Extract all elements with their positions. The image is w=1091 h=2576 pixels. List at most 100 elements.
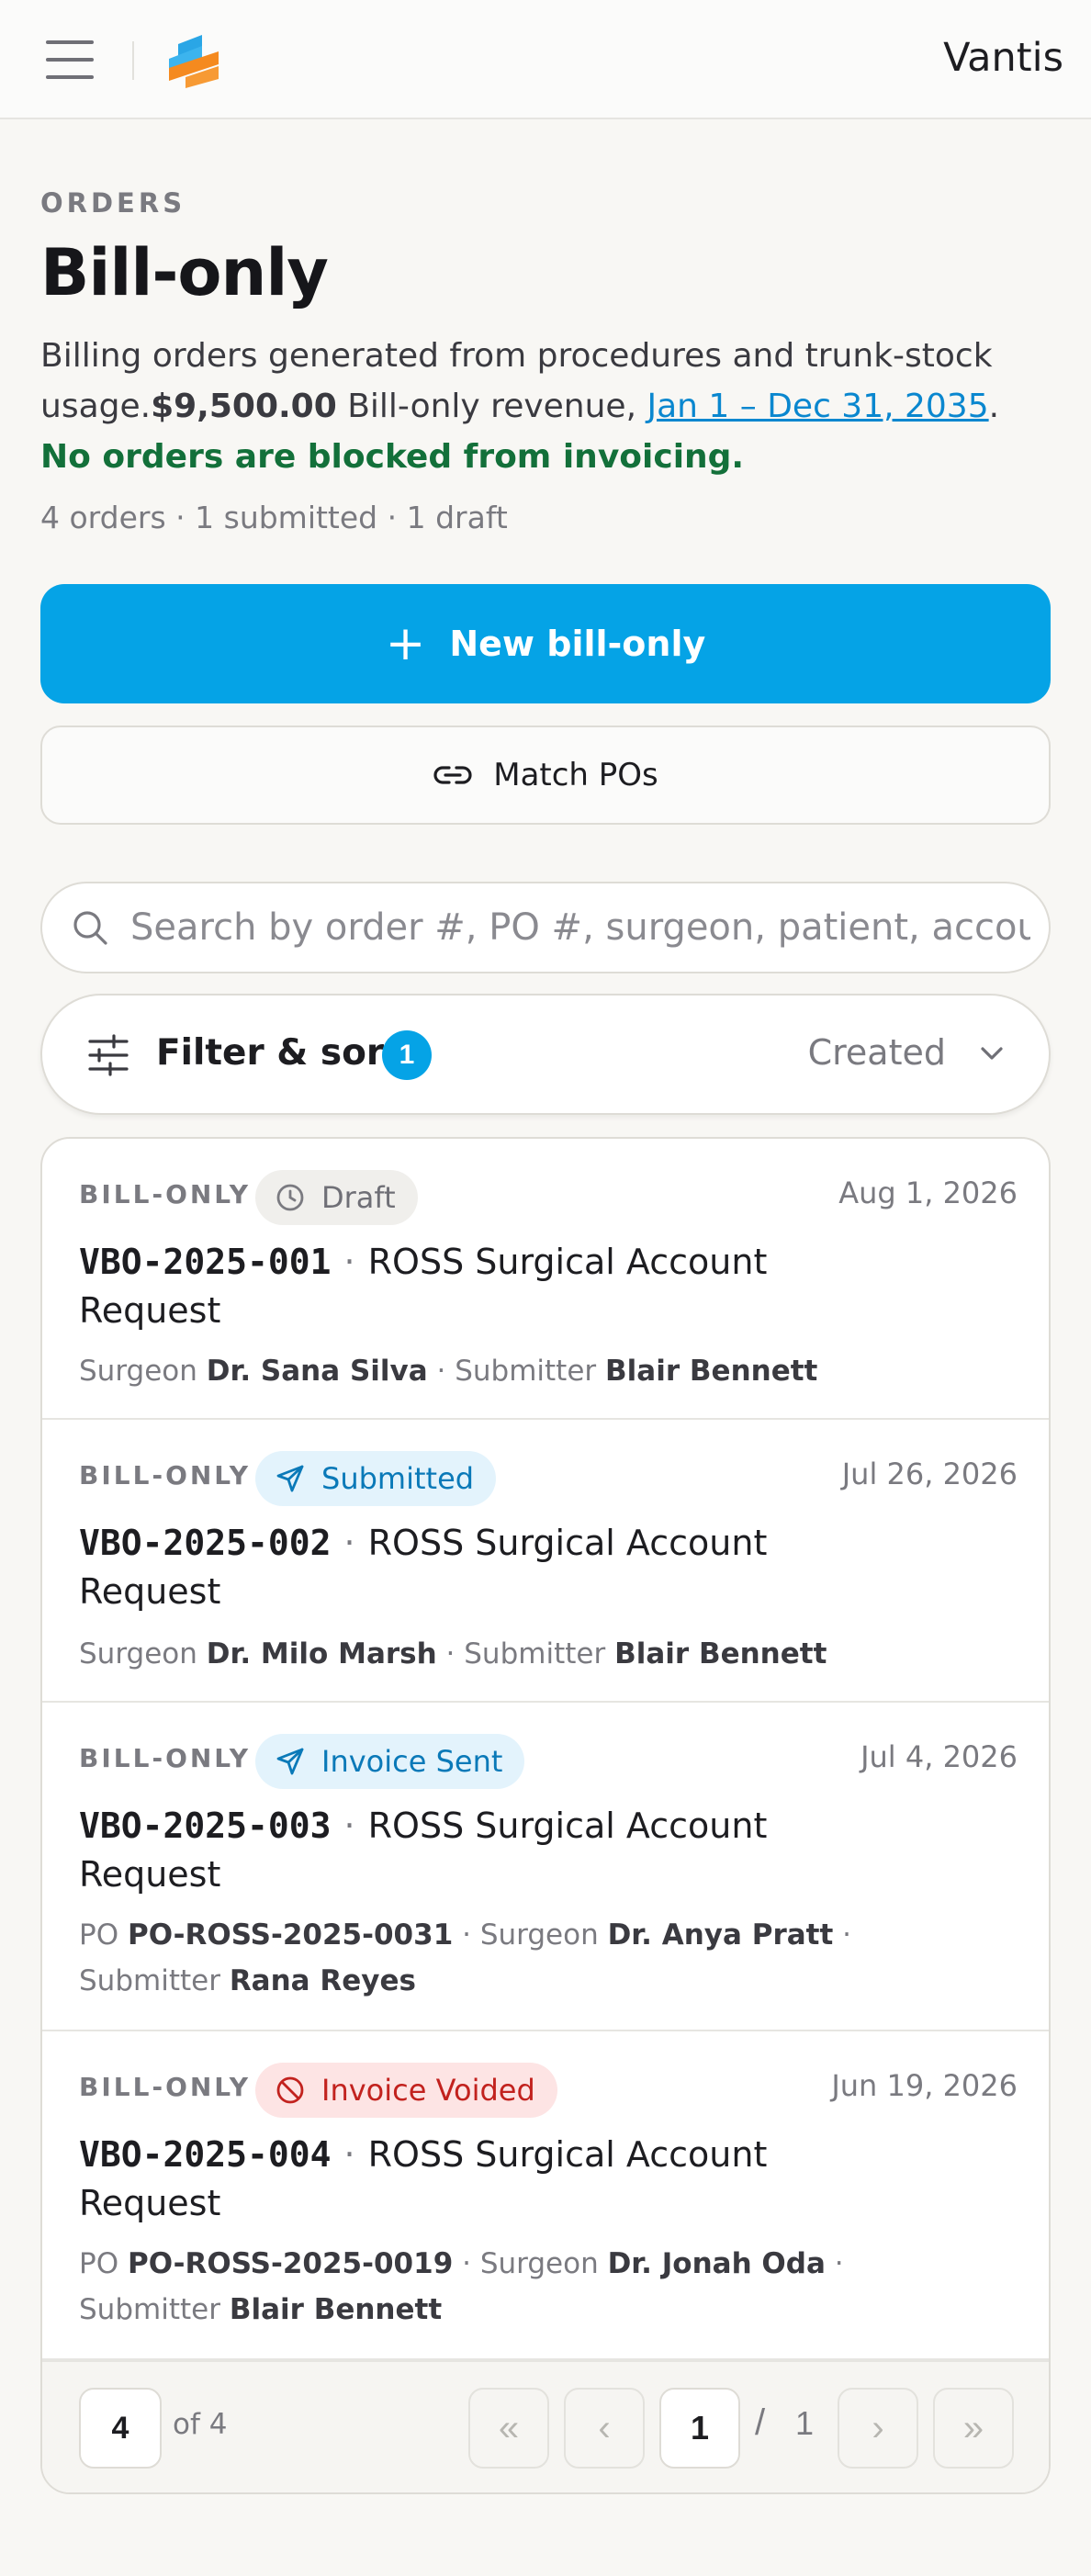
last-page-button[interactable]: » [933, 2388, 1014, 2469]
plus-icon: + [385, 616, 426, 671]
order-number: VBO-2025-001 [79, 1242, 332, 1282]
match-pos-label: Match POs [493, 757, 658, 793]
send-icon [276, 1748, 304, 1775]
order-date: Aug 1, 2026 [838, 1176, 1018, 1210]
surgeon-label: Surgeon [479, 1918, 599, 1952]
status-label: Submitted [321, 1461, 475, 1496]
order-details: Surgeon Dr. Sana Silva · Submitter Blair… [79, 1355, 818, 1388]
section-eyebrow: ORDERS [40, 187, 186, 219]
surgeon-name: Dr. Sana Silva [206, 1355, 428, 1388]
prev-page-button[interactable]: ‹ [564, 2388, 645, 2469]
status-label: Invoice Voided [321, 2073, 535, 2108]
description-period: . [988, 388, 1000, 425]
chevron-down-icon [981, 1047, 1003, 1060]
order-type: BILL-ONLY [79, 1460, 252, 1490]
surgeon-name: Dr. Milo Marsh [206, 1637, 437, 1670]
separator-dot: · [343, 1805, 355, 1846]
status-badge: Invoice Voided [255, 2063, 557, 2118]
order-title: VBO-2025-004 · ROSS Surgical Account Reque… [79, 2131, 905, 2228]
match-pos-button[interactable]: Match POs [40, 726, 1051, 825]
sort-value: Created [807, 1032, 946, 1073]
submitter-label: Submitter [79, 2293, 220, 2326]
top-bar: Vantis [0, 0, 1091, 119]
filter-sort-bar[interactable]: Filter & sort 1 Created [40, 994, 1051, 1115]
order-date: Jun 19, 2026 [831, 2068, 1018, 2103]
po-label: PO [79, 2247, 119, 2280]
total-count: of 4 [173, 2408, 228, 2441]
submitter-name: Rana Reyes [229, 1964, 416, 1997]
active-filter-count: 1 [382, 1030, 432, 1080]
separator-dot: · [343, 2134, 355, 2175]
new-bill-only-label: New bill-only [449, 624, 706, 664]
separator-dot: · [343, 1523, 355, 1563]
page-description: Billing orders generated from procedures… [40, 331, 1051, 482]
page-separator: / [755, 2402, 766, 2443]
new-bill-only-button[interactable]: + New bill-only [40, 584, 1051, 703]
description-text-mid: Bill-only revenue, [336, 388, 647, 425]
blocked-status: No orders are blocked from invoicing. [40, 438, 745, 476]
order-type: BILL-ONLY [79, 1179, 252, 1209]
order-type: BILL-ONLY [79, 2072, 252, 2102]
submitter-name: Blair Bennett [229, 2293, 443, 2326]
order-details: PO PO-ROSS-2025-0031 · Surgeon Dr. Anya … [79, 1918, 852, 1997]
date-range-link[interactable]: Jan 1 – Dec 31, 2035 [647, 388, 988, 425]
brand-name: Vantis [943, 35, 1063, 81]
order-date: Jul 26, 2026 [841, 1457, 1018, 1491]
order-title: VBO-2025-001 · ROSS Surgical Account Reque… [79, 1238, 905, 1335]
page-title: Bill-only [40, 235, 329, 310]
order-row[interactable]: BILL-ONLY Draft Aug 1, 2026 VBO-2025-001… [42, 1139, 1049, 1420]
submitter-label: Submitter [79, 1964, 220, 1997]
pagination: 4 of 4 « ‹ 1 / 1 › » [42, 2358, 1049, 2492]
search-icon [73, 911, 107, 945]
ban-icon [276, 2076, 304, 2104]
next-page-button[interactable]: › [838, 2388, 918, 2469]
page-size-select[interactable]: 4 [79, 2388, 162, 2469]
order-type: BILL-ONLY [79, 1743, 252, 1773]
order-date: Jul 4, 2026 [860, 1739, 1018, 1774]
surgeon-label: Surgeon [479, 2247, 599, 2280]
submitter-label: Submitter [464, 1637, 606, 1670]
order-row[interactable]: BILL-ONLY Submitted Jul 26, 2026 VBO-202… [42, 1420, 1049, 1703]
surgeon-name: Dr. Anya Pratt [607, 1918, 834, 1952]
link-icon [433, 766, 472, 784]
order-summary: 4 orders · 1 submitted · 1 draft [40, 500, 508, 535]
po-label: PO [79, 1918, 119, 1952]
order-title: VBO-2025-003 · ROSS Surgical Account Reque… [79, 1802, 905, 1899]
status-badge: Draft [255, 1170, 418, 1225]
total-pages: 1 [795, 2404, 815, 2442]
menu-icon[interactable] [46, 39, 94, 81]
surgeon-label: Surgeon [79, 1637, 197, 1670]
first-page-button[interactable]: « [468, 2388, 549, 2469]
po-number: PO-ROSS-2025-0019 [127, 2247, 454, 2280]
search-input[interactable] [130, 906, 1030, 949]
order-row[interactable]: BILL-ONLY Invoice Sent Jul 4, 2026 VBO-2… [42, 1703, 1049, 2031]
order-number: VBO-2025-003 [79, 1805, 332, 1846]
surgeon-name: Dr. Jonah Oda [607, 2247, 826, 2280]
divider [132, 41, 134, 80]
app-logo[interactable] [165, 31, 222, 90]
orders-list: BILL-ONLY Draft Aug 1, 2026 VBO-2025-001… [40, 1137, 1051, 2494]
revenue-amount: $9,500.00 [151, 388, 337, 425]
separator-dot: · [343, 1242, 355, 1282]
order-row[interactable]: BILL-ONLY Invoice Voided Jun 19, 2026 VB… [42, 2031, 1049, 2358]
order-details: PO PO-ROSS-2025-0019 · Surgeon Dr. Jonah… [79, 2247, 844, 2326]
status-badge: Submitted [255, 1451, 497, 1506]
submitter-label: Submitter [455, 1355, 597, 1388]
filter-sort-label: Filter & sort [156, 1032, 401, 1074]
submitter-name: Blair Bennett [614, 1637, 827, 1670]
current-page-input[interactable]: 1 [659, 2388, 740, 2469]
surgeon-label: Surgeon [79, 1355, 197, 1388]
search-bar [40, 882, 1051, 973]
order-number: VBO-2025-002 [79, 1523, 332, 1563]
sliders-icon [88, 1034, 129, 1076]
status-badge: Invoice Sent [255, 1734, 525, 1789]
status-label: Draft [321, 1180, 396, 1215]
po-number: PO-ROSS-2025-0031 [127, 1918, 454, 1952]
order-title: VBO-2025-002 · ROSS Surgical Account Reque… [79, 1519, 905, 1616]
submitter-name: Blair Bennett [605, 1355, 818, 1388]
order-number: VBO-2025-004 [79, 2134, 332, 2175]
clock-icon [276, 1184, 304, 1211]
send-icon [276, 1465, 304, 1492]
order-details: Surgeon Dr. Milo Marsh · Submitter Blair… [79, 1637, 827, 1670]
status-label: Invoice Sent [321, 1744, 503, 1779]
